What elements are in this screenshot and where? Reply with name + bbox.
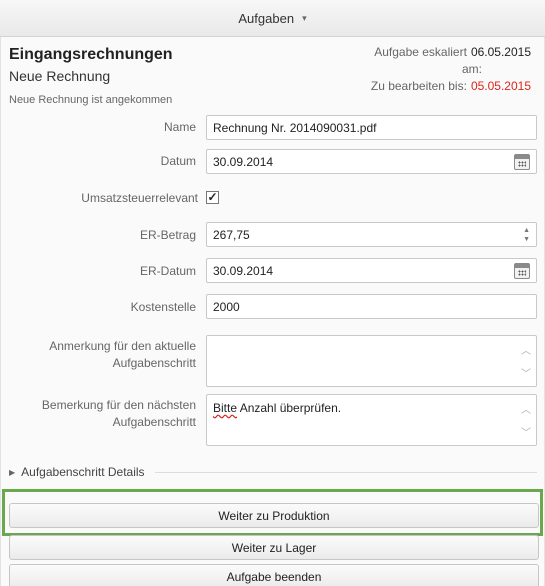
scroll-down-icon[interactable]: ﹀ (521, 424, 531, 439)
due-label: Zu bearbeiten bis: (370, 79, 467, 93)
betrag-value: 267,75 (213, 227, 250, 242)
spinner-icon[interactable]: ▲ ▼ (523, 226, 530, 244)
anmerkung-textarea[interactable]: ︿ ﹀ (206, 335, 537, 387)
erdatum-field[interactable]: 30.09.2014 (206, 258, 537, 283)
calendar-icon[interactable] (514, 262, 530, 279)
ust-checkbox[interactable]: ✓ (206, 191, 219, 204)
escalated-label: Aufgabe eskaliert (374, 45, 467, 59)
anmerkung-label-line2: Aufgabenschritt (112, 356, 196, 370)
kostenstelle-field[interactable]: 2000 (206, 294, 537, 319)
scroll-down-icon[interactable]: ﹀ (521, 365, 531, 380)
name-field[interactable]: Rechnung Nr. 2014090031.pdf (206, 115, 537, 140)
bemerkung-label-line1: Bemerkung für den nächsten (41, 398, 196, 412)
kostenstelle-label: Kostenstelle (130, 300, 196, 314)
triangle-right-icon: ▶ (9, 467, 16, 477)
divider (154, 471, 537, 473)
kostenstelle-value: 2000 (213, 299, 240, 314)
ust-label: Umsatzsteuerrelevant (81, 191, 198, 205)
bemerkung-textarea[interactable]: Bitte Anzahl überprüfen. ︿ ﹀ (206, 394, 537, 446)
details-label: Aufgabenschritt Details (21, 465, 145, 479)
betrag-label: ER-Betrag (139, 228, 196, 242)
production-button[interactable]: Weiter zu Produktion (9, 503, 539, 528)
bemerkung-label-line2: Aufgabenschritt (112, 415, 196, 429)
task-subtitle: Neue Rechnung (9, 68, 111, 84)
name-value: Rechnung Nr. 2014090031.pdf (213, 120, 377, 135)
tasks-dropdown-label: Aufgaben (238, 10, 295, 26)
finish-task-button[interactable]: Aufgabe beenden (9, 564, 539, 586)
lager-button[interactable]: Weiter zu Lager (9, 535, 539, 560)
anmerkung-label: Anmerkung für den aktuelle Aufgabenschri… (49, 338, 196, 372)
bemerkung-label: Bemerkung für den nächsten Aufgabenschri… (42, 397, 196, 431)
escalated-date: 06.05.2015 (470, 45, 531, 59)
name-label: Name (163, 120, 196, 134)
chevron-down-icon: ▾ (302, 12, 307, 23)
anmerkung-label-line1: Anmerkung für den aktuelle (49, 339, 196, 353)
bemerkung-misspelled-word: Bitte (213, 401, 238, 415)
due-info: Zu bearbeiten bis: 05.05.2015 (371, 79, 531, 93)
scrollbar[interactable]: ︿ ﹀ (520, 342, 532, 380)
tasks-dropdown[interactable]: Aufgaben ▾ (0, 0, 545, 37)
erdatum-label: ER-Datum (139, 264, 196, 278)
betrag-field[interactable]: 267,75 ▲ ▼ (206, 222, 537, 247)
escalated-label-am: am: (461, 62, 482, 76)
bemerkung-value: Anzahl überprüfen. (237, 401, 342, 415)
scroll-up-icon[interactable]: ︿ (521, 342, 531, 357)
due-date: 05.05.2015 (470, 79, 531, 93)
details-section-toggle[interactable]: ▶ Aufgabenschritt Details (9, 465, 537, 479)
calendar-icon[interactable] (514, 153, 530, 170)
datum-field[interactable]: 30.09.2014 (206, 149, 537, 174)
scroll-up-icon[interactable]: ︿ (521, 401, 531, 416)
task-note: Neue Rechnung ist angekommen (9, 94, 173, 106)
erdatum-value: 30.09.2014 (213, 263, 274, 278)
escalation-info: Aufgabe eskaliert 06.05.2015 (374, 45, 531, 59)
scrollbar[interactable]: ︿ ﹀ (520, 401, 532, 439)
datum-value: 30.09.2014 (213, 154, 274, 169)
datum-label: Datum (160, 154, 196, 168)
task-title: Eingangsrechnungen (9, 46, 173, 63)
